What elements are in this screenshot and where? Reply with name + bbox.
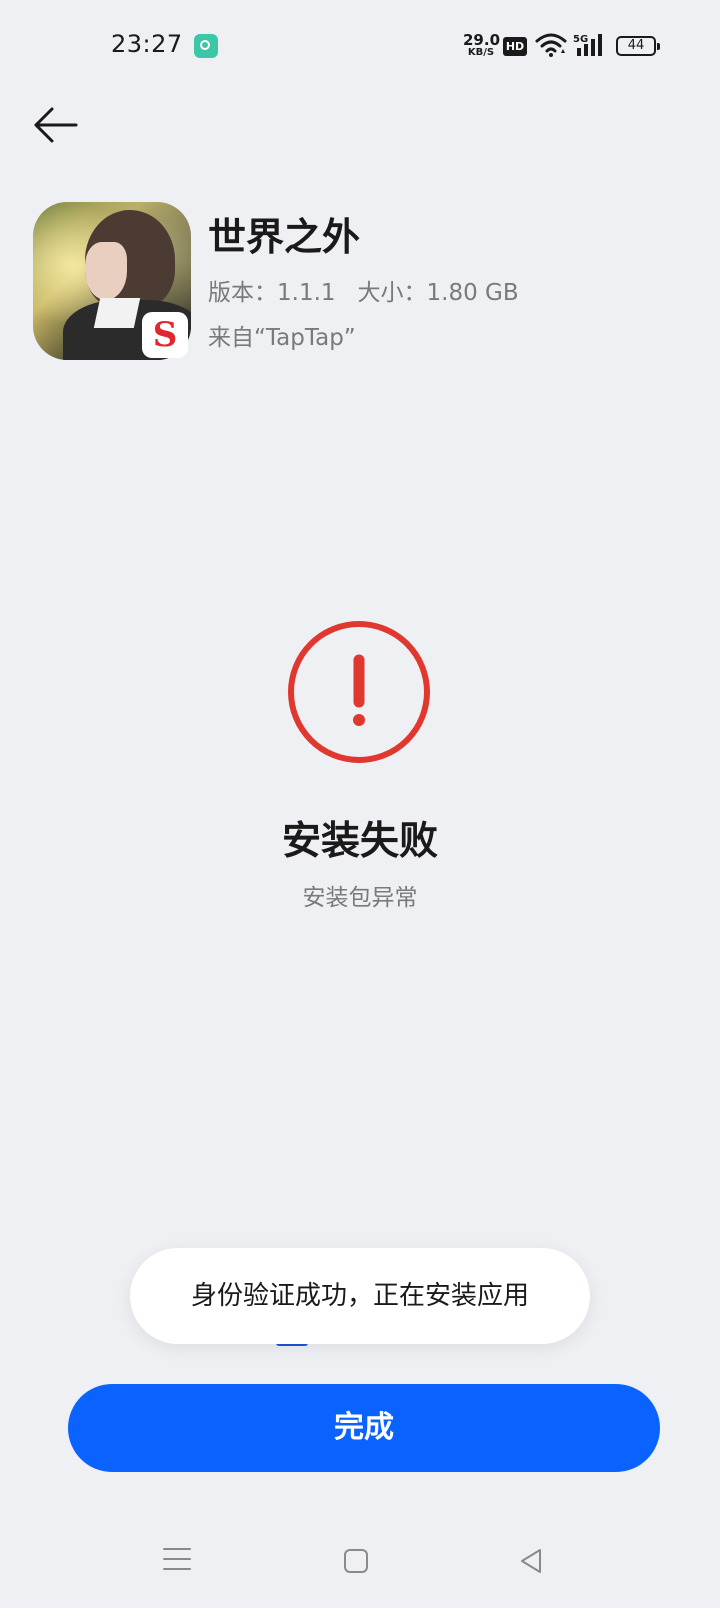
network-speed-value: 29.0 [463,31,501,49]
result-title: 安装失败 [281,819,438,864]
home-icon[interactable] [344,1549,368,1573]
status-bar: 23:27 29.0 KB/S HD 5G 44 [0,0,720,92]
done-button[interactable]: 完成 [68,1384,660,1472]
network-speed-unit: KB/S [467,47,495,58]
cellular-signal-icon: 5G [573,34,602,56]
menu-icon[interactable] [163,1548,191,1574]
system-nav-bar [0,1530,720,1600]
network-type-label: 5G [573,34,588,45]
status-time: 23:27 [111,30,183,58]
app-size: 大小：1.80 GB [357,280,519,306]
app-icon-collar [93,298,141,328]
notification-app-icon [194,34,218,58]
battery-indicator: 44 [616,36,660,56]
app-source: 来自“TapTap” [208,325,356,351]
app-meta: 版本：1.1.1 大小：1.80 GB [208,273,541,307]
network-speed: 29.0 KB/S [463,31,501,58]
app-name: 世界之外 [208,215,361,259]
arrow-left-icon [34,107,78,143]
toast-message: 身份验证成功，正在安装应用 [130,1248,590,1344]
result-reason: 安装包异常 [302,885,418,911]
exclamation-circle-icon [288,621,430,763]
app-version: 版本：1.1.1 [208,280,336,306]
app-icon-face [85,242,127,300]
back-button[interactable] [30,100,86,150]
back-triangle-icon[interactable] [518,1547,544,1575]
wifi-icon [535,33,567,57]
hd-badge: HD [503,37,527,56]
publisher-logo-icon [142,312,188,358]
